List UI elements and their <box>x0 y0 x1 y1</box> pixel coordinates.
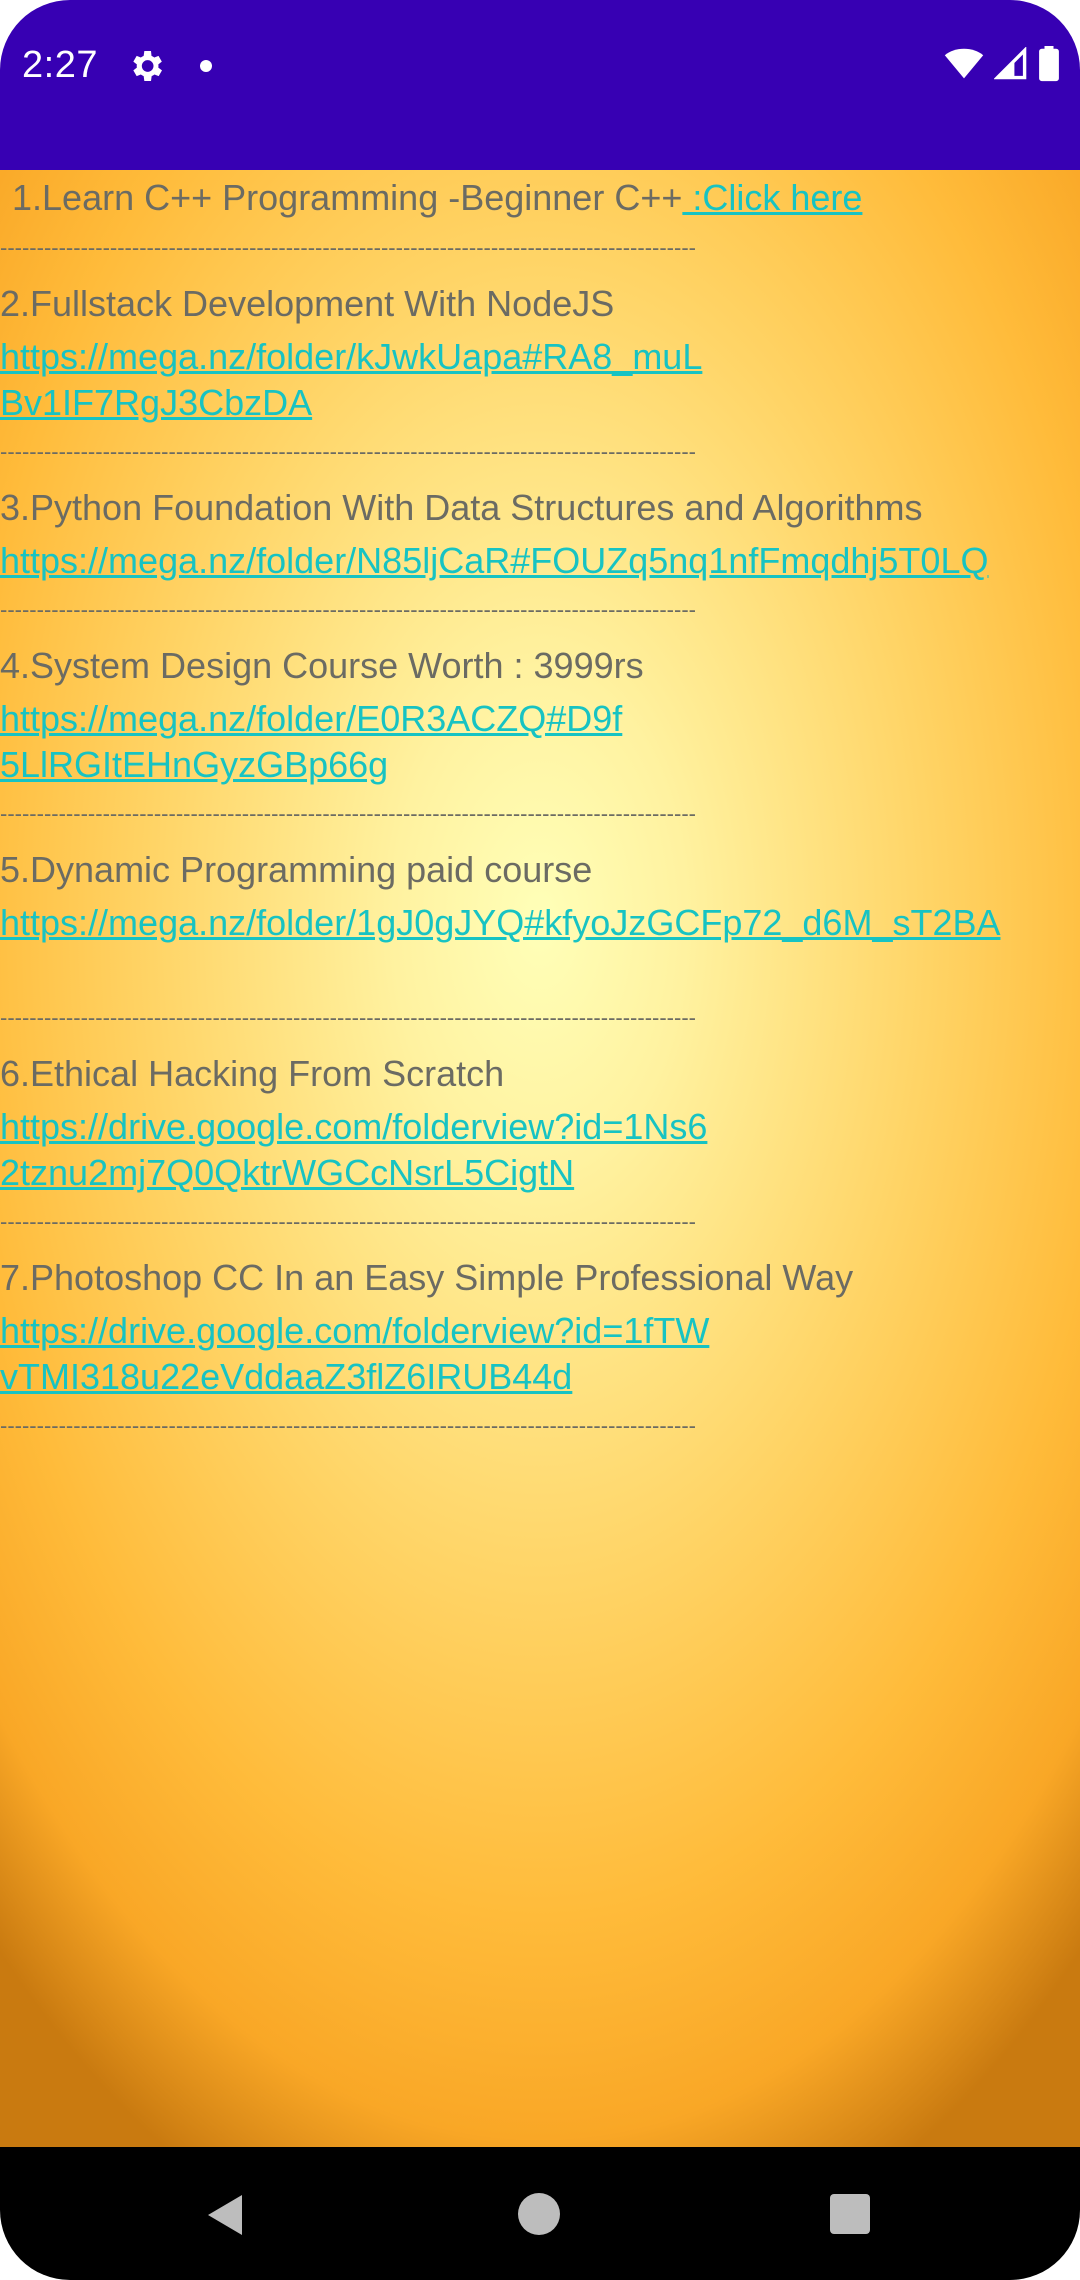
divider: ----------------------------------------… <box>0 440 696 464</box>
course-link[interactable]: https://mega.nz/folder/N85ljCaR#FOUZq5nq… <box>0 538 1080 584</box>
course-title: 7.Photoshop CC In an Easy Simple Profess… <box>0 1257 854 1298</box>
status-bar: 2:27 <box>0 0 1080 170</box>
status-time: 2:27 <box>22 44 98 86</box>
battery-icon <box>1039 46 1059 82</box>
course-link[interactable]: :Click here <box>682 177 862 218</box>
course-title: 2.Fullstack Development With NodeJS <box>0 283 615 324</box>
course-title: 6.Ethical Hacking From Scratch <box>0 1053 505 1094</box>
divider: ----------------------------------------… <box>0 1006 696 1030</box>
back-icon[interactable] <box>205 2193 247 2237</box>
course-title: 5.Dynamic Programming paid course <box>0 849 593 890</box>
home-icon[interactable] <box>518 2193 560 2235</box>
course-link[interactable]: https://mega.nz/folder/kJwkUapa#RA8_muLB… <box>0 334 720 426</box>
course-title: 1.Learn C++ Programming -Beginner C++ <box>12 177 683 218</box>
gear-icon <box>133 51 162 81</box>
divider: ----------------------------------------… <box>0 1414 696 1438</box>
course-link[interactable]: https://drive.google.com/folderview?id=1… <box>0 1308 720 1400</box>
course-link[interactable]: https://drive.google.com/folderview?id=1… <box>0 1104 720 1196</box>
divider: ----------------------------------------… <box>0 236 696 260</box>
notification-dot-icon <box>200 60 212 72</box>
course-link[interactable]: https://mega.nz/folder/1gJ0gJYQ#kfyoJzGC… <box>0 900 1010 946</box>
status-icons <box>944 46 1060 82</box>
course-title: 4.System Design Course Worth : 3999rs <box>0 645 644 686</box>
divider: ----------------------------------------… <box>0 598 696 622</box>
course-title: 3.Python Foundation With Data Structures… <box>0 487 923 528</box>
recents-icon[interactable] <box>830 2194 870 2234</box>
signal-icon <box>994 47 1027 80</box>
course-link[interactable]: https://mega.nz/folder/E0R3ACZQ#D9f5LlRG… <box>0 696 640 788</box>
course-item-1: 1.Learn C++ Programming -Beginner C++ :C… <box>12 174 862 222</box>
navigation-bar <box>0 2147 1080 2280</box>
course-list-screen[interactable]: 1.Learn C++ Programming -Beginner C++ :C… <box>0 170 1080 2147</box>
divider: ----------------------------------------… <box>0 1210 696 1234</box>
wifi-icon <box>944 48 984 79</box>
divider: ----------------------------------------… <box>0 802 696 826</box>
